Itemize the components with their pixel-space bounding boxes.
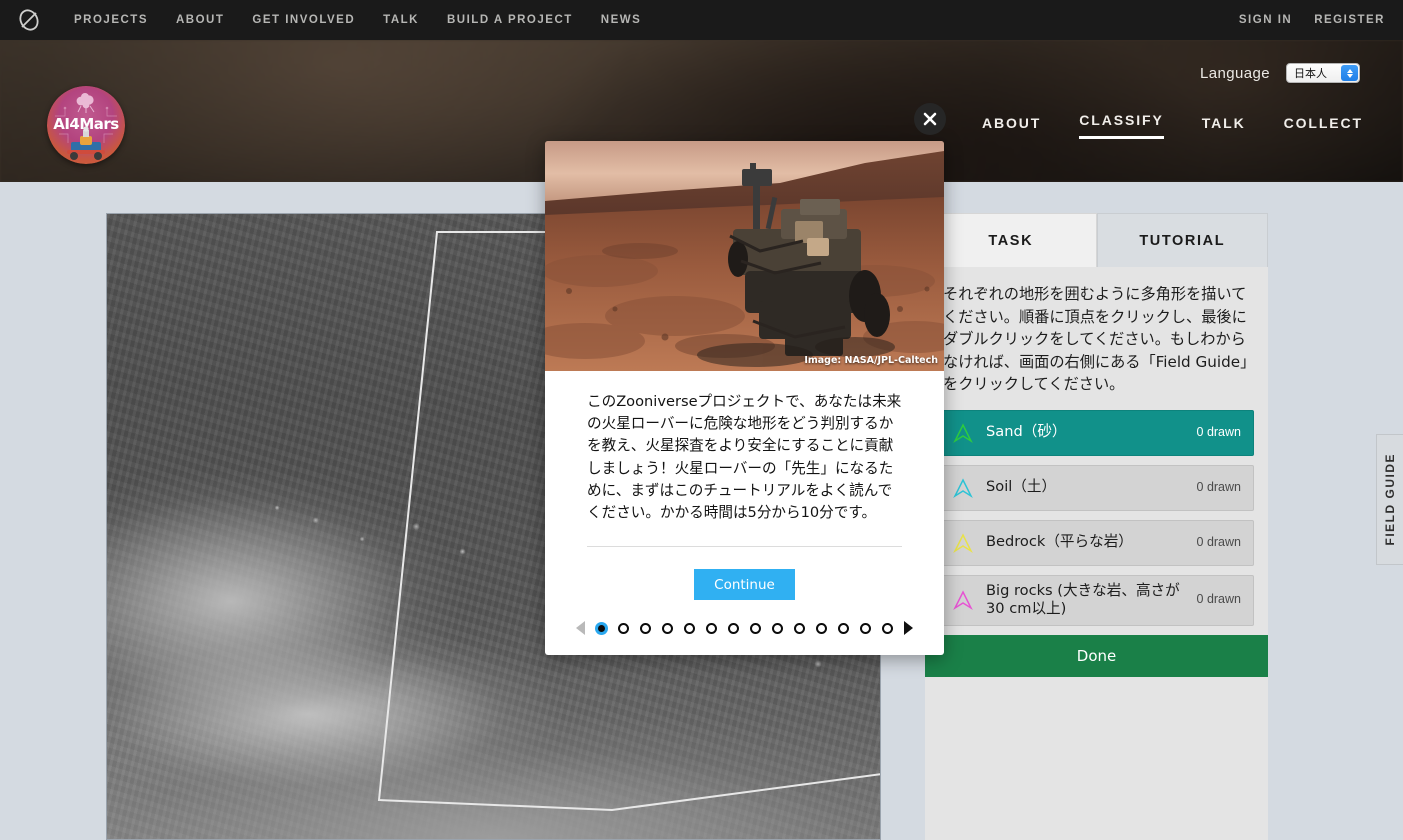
tab-task[interactable]: TASK bbox=[925, 213, 1097, 267]
tool-row-sand[interactable]: Sand（砂） 0 drawn bbox=[939, 409, 1254, 456]
tool-count-sand: 0 drawn bbox=[1196, 424, 1241, 439]
zoo-nav-projects[interactable]: PROJECTS bbox=[74, 14, 148, 26]
pager-dot-7[interactable] bbox=[728, 622, 739, 634]
pager-dot-12[interactable] bbox=[838, 622, 849, 634]
pager-dot-3[interactable] bbox=[640, 622, 651, 634]
close-icon bbox=[923, 112, 937, 126]
zooniverse-top-bar: PROJECTS ABOUT GET INVOLVED TALK BUILD A… bbox=[0, 0, 1403, 40]
chevron-right-icon[interactable] bbox=[904, 621, 913, 636]
project-nav-about[interactable]: ABOUT bbox=[982, 115, 1041, 139]
tutorial-media: Image: NASA/JPL-Caltech bbox=[545, 141, 944, 371]
project-logo-ai4mars[interactable]: AI4Mars bbox=[47, 86, 125, 164]
zoo-nav-build-a-project[interactable]: BUILD A PROJECT bbox=[447, 14, 573, 26]
triangle-icon-sand bbox=[950, 422, 976, 444]
tool-label-big-rocks: Big rocks (大きな岩、高さが 30 cm以上) bbox=[986, 581, 1180, 618]
done-button[interactable]: Done bbox=[925, 635, 1268, 677]
pager-dot-2[interactable] bbox=[618, 622, 629, 634]
pager-dot-10[interactable] bbox=[794, 622, 805, 634]
zoo-nav-about[interactable]: ABOUT bbox=[176, 14, 224, 26]
project-nav-collect[interactable]: COLLECT bbox=[1284, 115, 1363, 139]
zoo-nav-news[interactable]: NEWS bbox=[601, 14, 642, 26]
project-nav-talk[interactable]: TALK bbox=[1202, 115, 1246, 139]
annotation-tool-list: Sand（砂） 0 drawn Soil（土） 0 drawn Bedrock（… bbox=[925, 409, 1268, 626]
modal-close-button[interactable] bbox=[914, 103, 946, 135]
continue-button[interactable]: Continue bbox=[694, 569, 795, 601]
tutorial-pager bbox=[545, 621, 944, 636]
field-guide-tab[interactable]: FIELD GUIDE bbox=[1376, 434, 1403, 565]
zoo-nav-get-involved[interactable]: GET INVOLVED bbox=[252, 14, 355, 26]
triangle-icon-soil bbox=[950, 477, 976, 499]
triangle-icon-big-rocks bbox=[950, 589, 976, 611]
tool-label-bedrock: Bedrock（平らな岩） bbox=[986, 533, 1133, 551]
zooniverse-account-links: SIGN IN REGISTER bbox=[1239, 14, 1385, 26]
task-instructions-body: それぞれの地形を囲むように多角形を描いてください。順番に頂点をクリックし、最後に… bbox=[925, 267, 1268, 396]
tutorial-body-text: このZooniverseプロジェクトで、あなたは未来の火星ローバーに危険な地形を… bbox=[587, 393, 902, 521]
pager-dot-4[interactable] bbox=[662, 622, 673, 634]
field-guide-label: FIELD GUIDE bbox=[1383, 453, 1397, 546]
tutorial-modal: Image: NASA/JPL-Caltech このZooniverseプロジェ… bbox=[545, 141, 944, 655]
tool-count-big-rocks: 0 drawn bbox=[1196, 592, 1241, 607]
triangle-icon-bedrock bbox=[950, 532, 976, 554]
pager-dot-6[interactable] bbox=[706, 622, 717, 634]
project-nav: ABOUT CLASSIFY TALK COLLECT bbox=[982, 112, 1363, 139]
chevron-left-icon[interactable] bbox=[576, 621, 585, 636]
tool-count-soil: 0 drawn bbox=[1196, 479, 1241, 494]
project-nav-classify[interactable]: CLASSIFY bbox=[1079, 112, 1164, 139]
modal-actions: Continue bbox=[545, 569, 944, 601]
stepper-icon[interactable] bbox=[1341, 65, 1358, 81]
modal-divider bbox=[587, 546, 902, 548]
pager-dot-1[interactable] bbox=[596, 622, 607, 634]
register-link[interactable]: REGISTER bbox=[1314, 14, 1385, 26]
tool-label-sand: Sand（砂） bbox=[986, 423, 1067, 441]
tab-tutorial[interactable]: TUTORIAL bbox=[1096, 213, 1268, 267]
tool-label-soil: Soil（土） bbox=[986, 478, 1057, 496]
tool-row-big-rocks[interactable]: Big rocks (大きな岩、高さが 30 cm以上) 0 drawn bbox=[939, 574, 1254, 626]
language-selector-group: Language 日本人 bbox=[1200, 63, 1360, 83]
media-credit: Image: NASA/JPL-Caltech bbox=[804, 355, 938, 366]
pager-dot-5[interactable] bbox=[684, 622, 695, 634]
classify-panel: TASK TUTORIAL それぞれの地形を囲むように多角形を描いてください。順… bbox=[925, 213, 1268, 840]
tool-count-bedrock: 0 drawn bbox=[1196, 534, 1241, 549]
pager-dot-13[interactable] bbox=[860, 622, 871, 634]
language-label: Language bbox=[1200, 64, 1270, 82]
pager-dot-14[interactable] bbox=[882, 622, 893, 634]
tool-row-soil[interactable]: Soil（土） 0 drawn bbox=[939, 464, 1254, 511]
task-instruction-text: それぞれの地形を囲むように多角形を描いてください。順番に頂点をクリックし、最後に… bbox=[943, 285, 1248, 393]
sign-in-link[interactable]: SIGN IN bbox=[1239, 14, 1292, 26]
panel-tabs: TASK TUTORIAL bbox=[925, 213, 1268, 267]
tool-row-bedrock[interactable]: Bedrock（平らな岩） 0 drawn bbox=[939, 519, 1254, 566]
language-selected-value: 日本人 bbox=[1294, 68, 1327, 80]
zooniverse-logo-icon[interactable] bbox=[16, 7, 42, 33]
zooniverse-nav: PROJECTS ABOUT GET INVOLVED TALK BUILD A… bbox=[74, 14, 641, 26]
pager-dot-11[interactable] bbox=[816, 622, 827, 634]
zoo-nav-talk[interactable]: TALK bbox=[383, 14, 419, 26]
pager-dot-9[interactable] bbox=[772, 622, 783, 634]
curiosity-rover-photo bbox=[545, 141, 944, 371]
pager-dot-8[interactable] bbox=[750, 622, 761, 634]
language-select[interactable]: 日本人 bbox=[1286, 63, 1360, 83]
